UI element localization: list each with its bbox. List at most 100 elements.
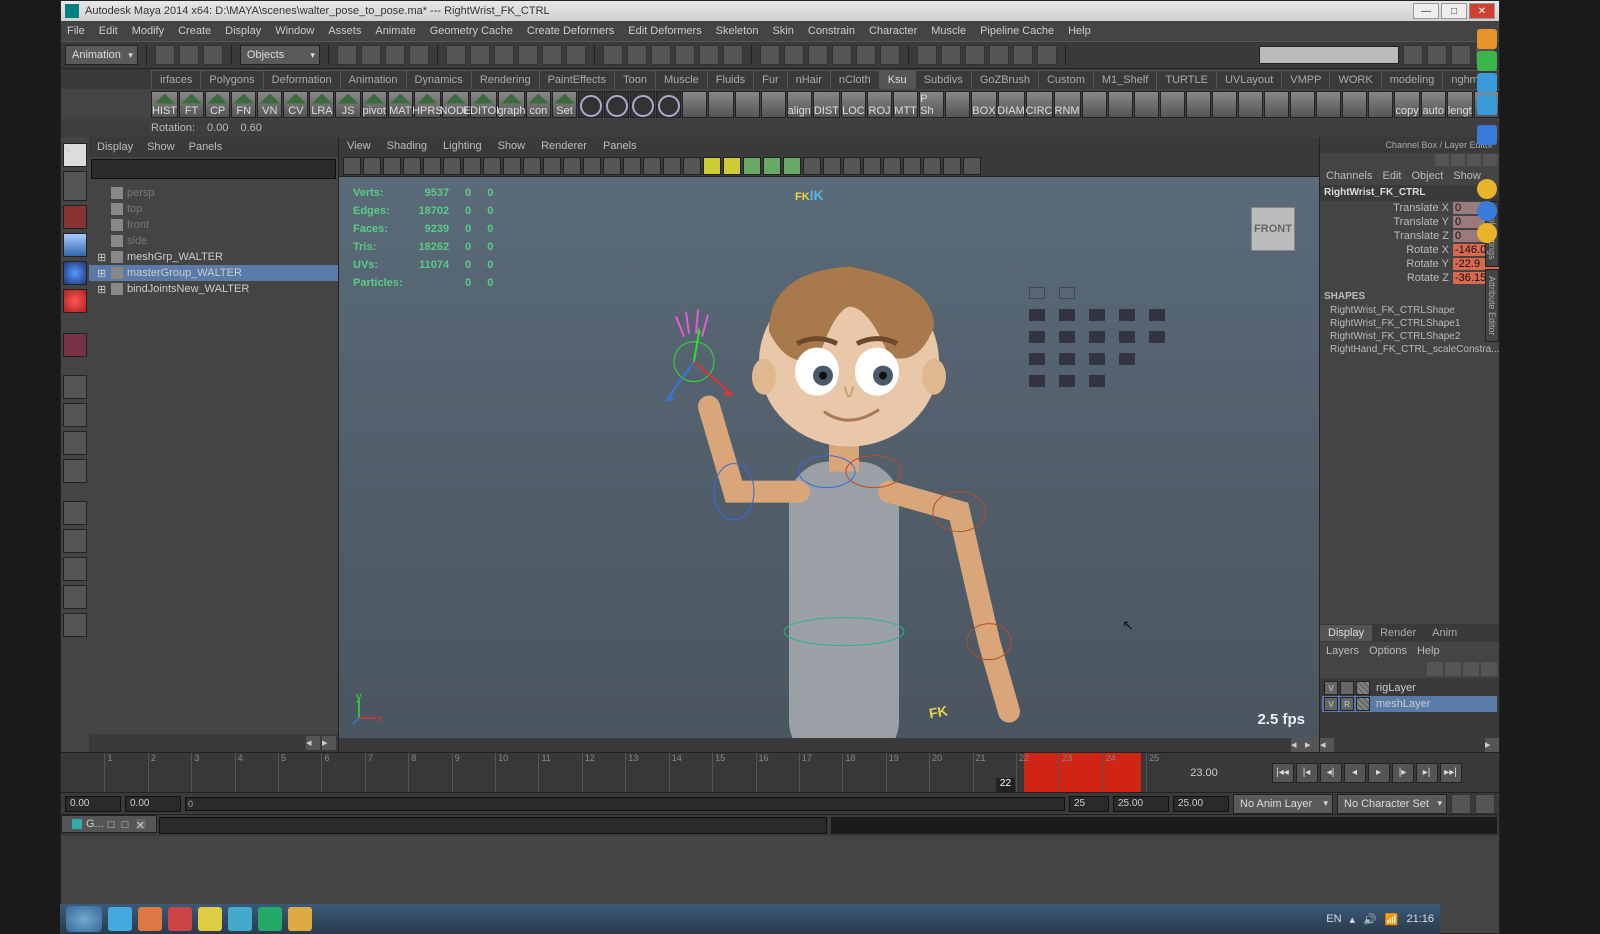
scroll-right[interactable]: ▸ — [1305, 738, 1319, 752]
outliner-item[interactable]: side — [89, 233, 338, 249]
shelf-button[interactable]: MTT — [893, 91, 918, 118]
toolbar-button[interactable] — [337, 45, 357, 65]
outliner-item[interactable]: front — [89, 217, 338, 233]
layout-two-v[interactable] — [63, 459, 87, 483]
shelf-button[interactable]: P Sh — [919, 91, 944, 118]
layer-tab[interactable]: Display — [1320, 625, 1372, 641]
shelf-button[interactable] — [735, 91, 760, 118]
layer-row[interactable]: VrigLayer — [1322, 680, 1497, 696]
toolbar-button[interactable] — [494, 45, 514, 65]
current-frame-marker[interactable]: 22 — [996, 778, 1015, 792]
taskbar-item[interactable] — [108, 907, 132, 931]
toolbar-button[interactable] — [723, 45, 743, 65]
menu-muscle[interactable]: Muscle — [931, 25, 966, 37]
viewport-tool-button[interactable] — [623, 157, 641, 175]
channel-attr[interactable]: Rotate X-146.089 — [1320, 243, 1499, 257]
shelf-button[interactable]: pivot — [362, 91, 387, 118]
layer-editor-menu[interactable]: LayersOptionsHelp — [1320, 642, 1499, 660]
viewport-tool-button[interactable] — [543, 157, 561, 175]
selection-mask-dropdown[interactable]: Objects — [240, 45, 320, 65]
toolbar-button[interactable] — [627, 45, 647, 65]
shelf-button[interactable]: CP — [205, 91, 230, 118]
playback-start-input[interactable]: 0.00 — [125, 796, 181, 812]
toolbar-button[interactable] — [1451, 45, 1471, 65]
sidebar-icon[interactable] — [1477, 223, 1497, 243]
manipulator-tool[interactable] — [63, 333, 87, 357]
toolbar-button[interactable] — [1403, 45, 1423, 65]
taskbar-item[interactable] — [138, 907, 162, 931]
shelf-button[interactable]: VN — [257, 91, 282, 118]
shelf-button[interactable] — [1342, 91, 1367, 118]
system-tray[interactable]: EN ▴🔊📶 21:16 — [1326, 913, 1434, 926]
viewport-tool-button[interactable] — [363, 157, 381, 175]
cb-icon[interactable] — [1435, 154, 1449, 166]
shelf-button[interactable]: con — [526, 91, 551, 118]
channel-box-menu[interactable]: ChannelsEditObjectShow — [1320, 167, 1499, 185]
shelf-tab[interactable]: modeling — [1381, 70, 1444, 89]
viewport-tool-button[interactable] — [883, 157, 901, 175]
menu-character[interactable]: Character — [869, 25, 917, 37]
side-tab[interactable]: Attribute Editor — [1485, 269, 1499, 343]
windows-taskbar[interactable]: EN ▴🔊📶 21:16 — [60, 904, 1440, 934]
scroll-left[interactable]: ◂ — [306, 736, 320, 750]
channel-attributes[interactable]: Translate X0Translate Y0Translate Z0Rota… — [1320, 201, 1499, 285]
shelf-tab[interactable]: Rendering — [471, 70, 540, 89]
cb-menu-item[interactable]: Edit — [1382, 170, 1401, 182]
new-scene-button[interactable] — [155, 45, 175, 65]
taskbar-item[interactable] — [198, 907, 222, 931]
prefs-button[interactable] — [1475, 794, 1495, 814]
rotate-tool[interactable] — [63, 261, 87, 285]
shelf-tab[interactable]: GoZBrush — [971, 70, 1039, 89]
shelf-button[interactable] — [682, 91, 707, 118]
cb-menu-item[interactable]: Object — [1411, 170, 1443, 182]
viewport-tool-button[interactable] — [643, 157, 661, 175]
pose-thumbnails[interactable] — [1029, 287, 1169, 387]
viewport-tool-button[interactable] — [723, 157, 741, 175]
menu-pipeline cache[interactable]: Pipeline Cache — [980, 25, 1054, 37]
toolbar-button[interactable] — [941, 45, 961, 65]
scroll-right[interactable]: ▸ — [1485, 738, 1499, 752]
time-slider[interactable]: 22 1234567891011121314151617181920212223… — [61, 752, 1499, 792]
select-tool[interactable]: ↖ — [63, 143, 87, 167]
viewport-tool-button[interactable] — [523, 157, 541, 175]
character-model[interactable] — [589, 211, 1069, 738]
viewport-tool-button[interactable] — [823, 157, 841, 175]
channel-attr[interactable]: Translate Y0 — [1320, 215, 1499, 229]
menu-skeleton[interactable]: Skeleton — [716, 25, 759, 37]
toolbar-button[interactable] — [470, 45, 490, 65]
outliner-menu-item[interactable]: Panels — [189, 141, 223, 153]
viewport-tool-button[interactable] — [963, 157, 981, 175]
viewport-toolbar[interactable] — [339, 155, 1319, 177]
shapes-list[interactable]: RightWrist_FK_CTRLShapeRightWrist_FK_CTR… — [1320, 304, 1499, 356]
menu-modify[interactable]: Modify — [132, 25, 164, 37]
toolbar-button[interactable] — [409, 45, 429, 65]
shelf-tabs[interactable]: irfacesPolygonsDeformationAnimationDynam… — [61, 69, 1499, 89]
shelf-button[interactable] — [1238, 91, 1263, 118]
layers-list[interactable]: VrigLayerVRmeshLayer — [1320, 678, 1499, 738]
outliner-item[interactable]: top — [89, 201, 338, 217]
toolbar-button[interactable] — [1013, 45, 1033, 65]
sidebar-icon[interactable] — [1477, 73, 1497, 93]
shelf-tab[interactable]: Animation — [340, 70, 407, 89]
toolbar-button[interactable] — [603, 45, 623, 65]
outliner-item[interactable]: ⊞bindJointsNew_WALTER — [89, 281, 338, 297]
taskbar-item[interactable] — [288, 907, 312, 931]
layer-tool-icon[interactable] — [1481, 662, 1497, 676]
shelf-button[interactable]: LRA — [309, 91, 334, 118]
shelf-row[interactable]: HISTFTCPFNVNCVLRAJSpivotMATHPRSNODEEDITO… — [61, 89, 1499, 119]
shelf-tab[interactable]: PaintEffects — [539, 70, 616, 89]
taskbar-item[interactable] — [168, 907, 192, 931]
toolbar-button[interactable] — [989, 45, 1009, 65]
viewport-tool-button[interactable] — [563, 157, 581, 175]
viewport-tool-button[interactable] — [583, 157, 601, 175]
shelf-button[interactable] — [1212, 91, 1237, 118]
viewport-menu-item[interactable]: Shading — [387, 140, 427, 152]
layer-menu-item[interactable]: Options — [1369, 645, 1407, 657]
viewport-tool-button[interactable] — [423, 157, 441, 175]
step-back-button[interactable]: ◂| — [1320, 763, 1342, 783]
play-backward-button[interactable]: ◂ — [1344, 763, 1366, 783]
sidebar-icon[interactable] — [1477, 95, 1497, 115]
viewport-tool-button[interactable] — [483, 157, 501, 175]
paint-select-tool[interactable] — [63, 205, 87, 229]
shelf-button[interactable] — [1160, 91, 1185, 118]
